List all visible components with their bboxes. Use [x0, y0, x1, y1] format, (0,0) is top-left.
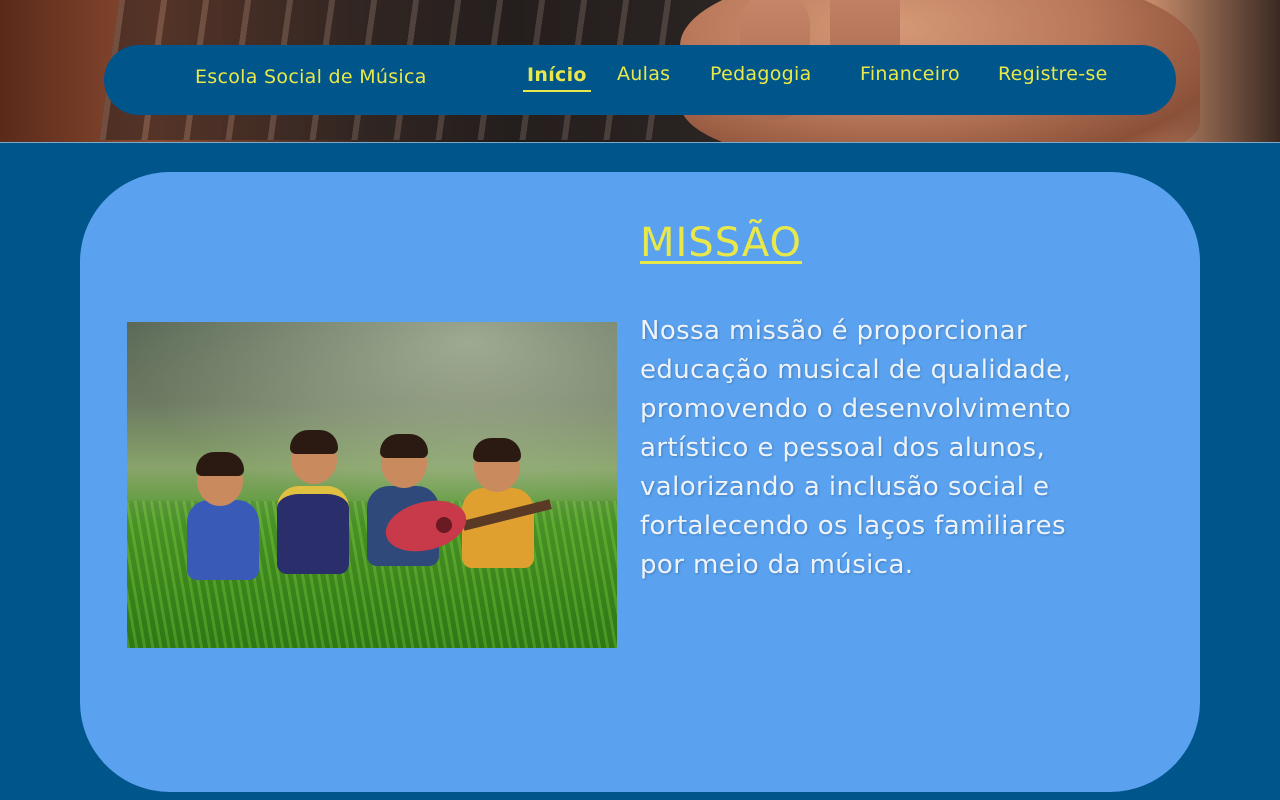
- mission-paragraph: Nossa missão é proporcionar educação mus…: [640, 316, 1072, 580]
- nav-item-aulas[interactable]: Aulas: [617, 63, 670, 85]
- hero-divider: [0, 142, 1280, 143]
- nav-item-registre-se[interactable]: Registre-se: [998, 63, 1108, 85]
- mission-card: MISSÃO Nossa missão é proporcionar educa…: [80, 172, 1200, 792]
- ukulele-sound-hole: [436, 517, 452, 533]
- children-ukulele-photo: [127, 322, 617, 648]
- nav-item-inicio[interactable]: Início: [523, 64, 591, 92]
- nav-item-financeiro[interactable]: Financeiro: [860, 63, 960, 85]
- hero-banner-image: Escola Social de Música Início Aulas Ped…: [0, 0, 1280, 143]
- nav-item-pedagogia[interactable]: Pedagogia: [710, 63, 812, 85]
- main-navbar: Escola Social de Música Início Aulas Ped…: [104, 45, 1176, 115]
- site-brand-link[interactable]: Escola Social de Música: [195, 66, 427, 88]
- mission-heading[interactable]: MISSÃO: [640, 220, 802, 266]
